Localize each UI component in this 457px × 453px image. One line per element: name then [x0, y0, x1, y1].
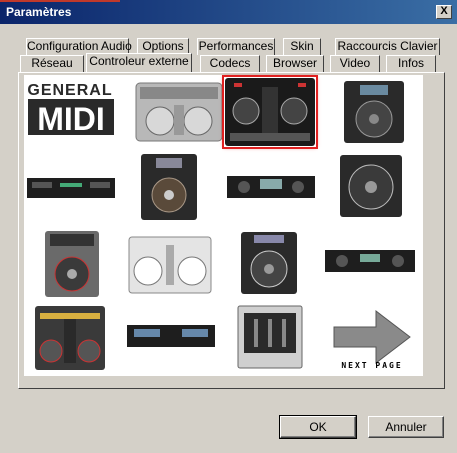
tab-label: Browser [272, 56, 317, 70]
close-icon: X [440, 5, 448, 17]
rack-controller-icon [227, 176, 315, 198]
dj-controller-icon [225, 78, 315, 146]
tab-infos[interactable]: Infos [386, 55, 436, 72]
tab-raccourcis-clavier[interactable]: Raccourcis Clavier [335, 38, 440, 55]
tab-controleur-externe[interactable]: Controleur externe [86, 53, 192, 72]
mixer-icon [237, 305, 303, 369]
controller-grid: GENERAL MIDI NEXT PAGE [24, 75, 423, 376]
next-page-button[interactable]: NEXT PAGE [330, 305, 414, 371]
controller-11[interactable] [240, 231, 298, 295]
controller-general-midi[interactable]: GENERAL MIDI [26, 79, 116, 139]
dj-controller-icon [35, 306, 105, 370]
tab-performances[interactable]: Performances [197, 38, 275, 55]
titlebar-accent [0, 0, 120, 2]
tab-label: Video [339, 56, 371, 70]
tab-codecs[interactable]: Codecs [200, 55, 260, 72]
window-titlebar: Paramètres X [0, 0, 457, 24]
controller-10[interactable] [128, 233, 212, 297]
rack-controller-icon [27, 178, 115, 198]
controller-2[interactable] [134, 79, 224, 145]
cd-player-icon [241, 232, 297, 294]
rack-controller-icon [127, 325, 215, 347]
controller-12[interactable] [324, 248, 416, 274]
controller-9[interactable] [44, 230, 100, 298]
close-button[interactable]: X [436, 5, 452, 19]
window-title: Paramètres [6, 5, 72, 19]
next-page-label: NEXT PAGE [341, 361, 403, 370]
dj-controller-icon [128, 236, 212, 294]
controller-4[interactable] [342, 79, 406, 145]
tab-label: Configuration Audio [27, 39, 132, 53]
logo-line2: MIDI [37, 101, 105, 137]
controller-7[interactable] [226, 173, 316, 201]
cancel-button[interactable]: Annuler [368, 416, 444, 438]
tab-video[interactable]: Video [330, 55, 380, 72]
tab-skin[interactable]: Skin [283, 38, 321, 55]
tab-label: Skin [290, 39, 314, 53]
cd-player-icon [344, 81, 404, 143]
cd-player-icon [141, 154, 197, 220]
dj-controller-icon [135, 82, 223, 142]
cd-player-icon [340, 155, 402, 217]
tab-label: Performances [198, 39, 274, 53]
tab-label: Raccourcis Clavier [337, 39, 438, 53]
tab-label: Réseau [31, 56, 73, 70]
controller-8[interactable] [338, 153, 404, 219]
general-midi-logo: GENERAL MIDI [27, 82, 114, 137]
controller-13[interactable] [34, 305, 106, 371]
controller-3-selected[interactable] [222, 75, 318, 149]
tab-reseau[interactable]: Réseau [20, 55, 84, 72]
controller-14[interactable] [126, 323, 216, 349]
controller-5[interactable] [26, 175, 116, 201]
cancel-label: Annuler [385, 420, 427, 434]
controller-15[interactable] [234, 305, 306, 369]
rack-controller-icon [325, 250, 415, 272]
controller-6[interactable] [140, 153, 198, 221]
tab-browser[interactable]: Browser [266, 55, 324, 72]
cd-player-icon [45, 231, 99, 297]
tab-label: Options [142, 39, 184, 53]
ok-button[interactable]: OK [279, 415, 357, 439]
tab-label: Codecs [209, 56, 251, 70]
logo-line1: GENERAL [27, 82, 112, 99]
tab-label: Controleur externe [89, 54, 189, 68]
tab-label: Infos [397, 56, 424, 70]
ok-label: OK [309, 420, 327, 434]
